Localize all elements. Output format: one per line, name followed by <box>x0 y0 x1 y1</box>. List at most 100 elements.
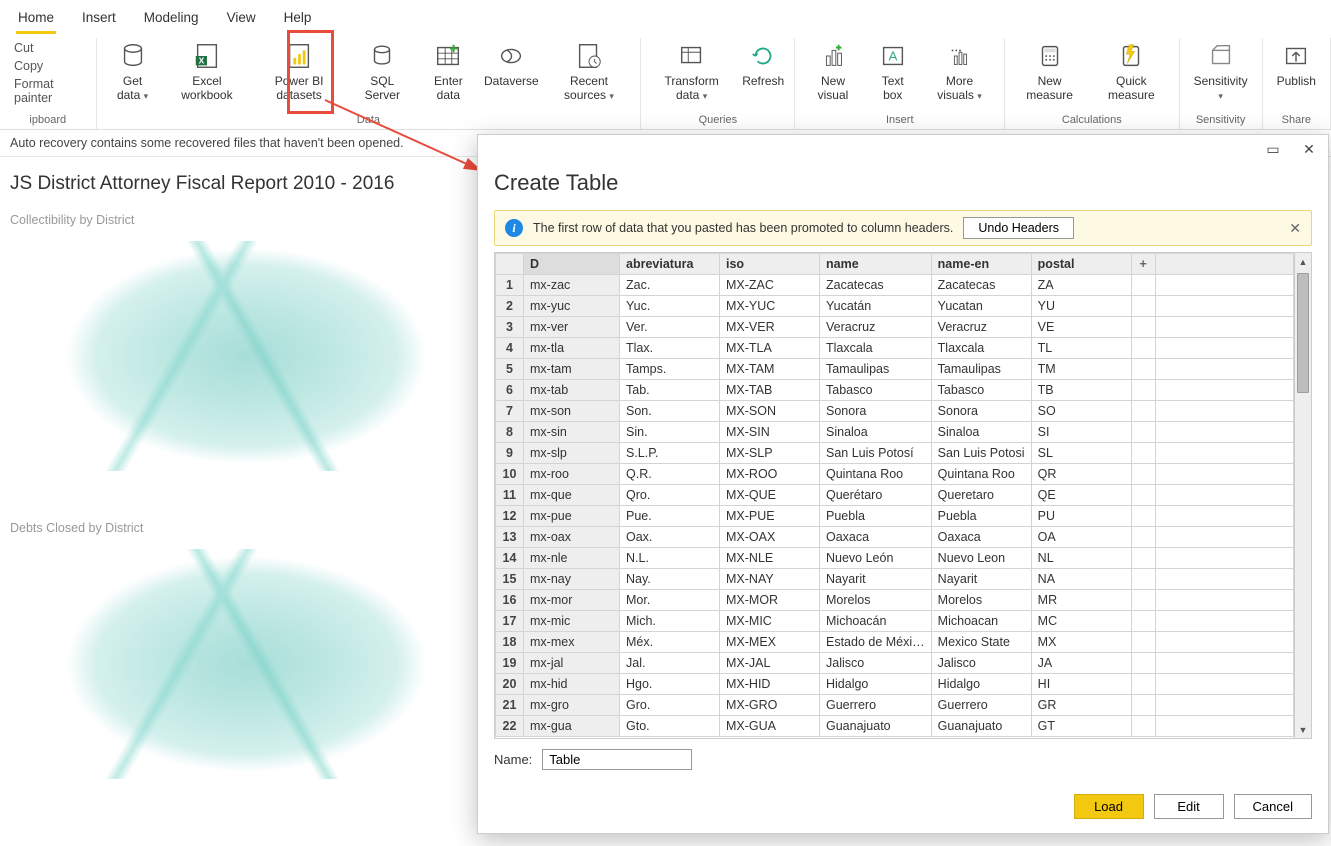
cell[interactable]: MX-TLA <box>720 338 820 359</box>
publish-button[interactable]: Publish <box>1271 38 1322 90</box>
cell[interactable]: MC <box>1031 611 1131 632</box>
cell[interactable]: mx-zac <box>524 275 620 296</box>
cell[interactable]: MX <box>1031 632 1131 653</box>
cell[interactable]: S.L.P. <box>620 443 720 464</box>
cell[interactable]: NA <box>1031 569 1131 590</box>
scroll-up-icon[interactable]: ▲ <box>1295 253 1311 270</box>
cell[interactable]: Puebla <box>931 506 1031 527</box>
cell[interactable]: Jal. <box>620 653 720 674</box>
refresh-button[interactable]: Refresh <box>740 38 786 90</box>
table-row[interactable]: 3mx-verVer.MX-VERVeracruzVeracruzVE <box>496 317 1294 338</box>
cell[interactable]: Puebla <box>820 506 932 527</box>
table-row[interactable]: 5mx-tamTamps.MX-TAMTamaulipasTamaulipasT… <box>496 359 1294 380</box>
text-box-button[interactable]: A Text box <box>869 38 917 104</box>
cut-button[interactable]: Cut <box>12 40 84 56</box>
excel-workbook-button[interactable]: X Excel workbook <box>167 38 248 104</box>
cell[interactable]: Veracruz <box>931 317 1031 338</box>
cell[interactable]: Tamps. <box>620 359 720 380</box>
cell[interactable]: Yucatan <box>931 296 1031 317</box>
table-row[interactable]: 14mx-nleN.L.MX-NLENuevo LeónNuevo LeonNL <box>496 548 1294 569</box>
cell[interactable]: Tabasco <box>820 380 932 401</box>
column-header[interactable]: name-en <box>931 254 1031 275</box>
cell[interactable]: San Luis Potosi <box>931 443 1031 464</box>
table-row[interactable]: 22mx-guaGto.MX-GUAGuanajuatoGuanajuatoGT <box>496 716 1294 737</box>
cell[interactable]: MX-ROO <box>720 464 820 485</box>
cell[interactable]: VE <box>1031 317 1131 338</box>
cell[interactable]: Yuc. <box>620 296 720 317</box>
cell[interactable]: Guerrero <box>820 695 932 716</box>
cell[interactable]: mx-oax <box>524 527 620 548</box>
cell[interactable]: Veracruz <box>820 317 932 338</box>
cell[interactable]: TM <box>1031 359 1131 380</box>
cell[interactable]: mx-sin <box>524 422 620 443</box>
cell[interactable]: Nay. <box>620 569 720 590</box>
cell[interactable]: Tab. <box>620 380 720 401</box>
sql-server-button[interactable]: SQL Server <box>351 38 414 104</box>
cell[interactable]: Michoacan <box>931 611 1031 632</box>
column-header[interactable]: name <box>820 254 932 275</box>
load-button[interactable]: Load <box>1074 794 1144 819</box>
cell[interactable]: Zacatecas <box>931 275 1031 296</box>
cell[interactable]: MX-SLP <box>720 443 820 464</box>
info-close-icon[interactable]: ✕ <box>1289 220 1301 237</box>
cell[interactable]: Querétaro <box>820 485 932 506</box>
cell[interactable]: Q.R. <box>620 464 720 485</box>
table-row[interactable]: 1mx-zacZac.MX-ZACZacatecasZacatecasZA <box>496 275 1294 296</box>
table-row[interactable]: 9mx-slpS.L.P.MX-SLPSan Luis PotosíSan Lu… <box>496 443 1294 464</box>
cell[interactable]: MX-YUC <box>720 296 820 317</box>
cell[interactable]: mx-que <box>524 485 620 506</box>
table-row[interactable]: 8mx-sinSin.MX-SINSinaloaSinaloaSI <box>496 422 1294 443</box>
cell[interactable]: Ver. <box>620 317 720 338</box>
tab-modeling[interactable]: Modeling <box>142 6 201 34</box>
cell[interactable]: N.L. <box>620 548 720 569</box>
cell[interactable]: GR <box>1031 695 1131 716</box>
cell[interactable]: JA <box>1031 653 1131 674</box>
cell[interactable]: MX-QUE <box>720 485 820 506</box>
undo-headers-button[interactable]: Undo Headers <box>963 217 1074 239</box>
cancel-button[interactable]: Cancel <box>1234 794 1312 819</box>
cell[interactable]: MX-JAL <box>720 653 820 674</box>
cell[interactable]: Quintana Roo <box>931 464 1031 485</box>
format-painter-button[interactable]: Format painter <box>12 76 84 106</box>
cell[interactable]: Tlaxcala <box>820 338 932 359</box>
cell[interactable]: mx-mex <box>524 632 620 653</box>
cell[interactable]: mx-gua <box>524 716 620 737</box>
cell[interactable]: mx-gro <box>524 695 620 716</box>
quick-measure-button[interactable]: Quick measure <box>1092 38 1171 104</box>
edit-button[interactable]: Edit <box>1154 794 1224 819</box>
new-measure-button[interactable]: New measure <box>1013 38 1086 104</box>
cell[interactable]: mx-son <box>524 401 620 422</box>
cell[interactable]: YU <box>1031 296 1131 317</box>
cell[interactable]: Guerrero <box>931 695 1031 716</box>
tab-view[interactable]: View <box>225 6 258 34</box>
data-grid[interactable]: Dabreviaturaisonamename-enpostal+1mx-zac… <box>494 252 1312 739</box>
get-data-button[interactable]: Get data ▾ <box>105 38 161 104</box>
sensitivity-button[interactable]: Sensitivity▾ <box>1188 38 1254 104</box>
cell[interactable]: Nuevo León <box>820 548 932 569</box>
more-visuals-button[interactable]: More visuals ▾ <box>923 38 996 104</box>
cell[interactable]: MX-OAX <box>720 527 820 548</box>
cell[interactable]: Morelos <box>820 590 932 611</box>
cell[interactable]: MX-NLE <box>720 548 820 569</box>
cell[interactable]: Guanajuato <box>931 716 1031 737</box>
map-visual-1[interactable] <box>10 231 440 481</box>
cell[interactable]: Gro. <box>620 695 720 716</box>
map-visual-2[interactable] <box>10 539 440 789</box>
cell[interactable]: Nayarit <box>820 569 932 590</box>
column-header[interactable]: D <box>524 254 620 275</box>
cell[interactable]: ZA <box>1031 275 1131 296</box>
cell[interactable]: mx-jal <box>524 653 620 674</box>
table-row[interactable]: 13mx-oaxOax.MX-OAXOaxacaOaxacaOA <box>496 527 1294 548</box>
cell[interactable]: QR <box>1031 464 1131 485</box>
transform-data-button[interactable]: Transform data ▾ <box>649 38 734 104</box>
table-row[interactable]: 16mx-morMor.MX-MORMorelosMorelosMR <box>496 590 1294 611</box>
cell[interactable]: TB <box>1031 380 1131 401</box>
cell[interactable]: Tamaulipas <box>820 359 932 380</box>
maximize-icon[interactable]: ▭ <box>1264 141 1282 158</box>
scroll-down-icon[interactable]: ▼ <box>1295 721 1311 738</box>
scroll-thumb[interactable] <box>1297 273 1309 393</box>
tab-help[interactable]: Help <box>282 6 314 34</box>
cell[interactable]: Sin. <box>620 422 720 443</box>
cell[interactable]: mx-roo <box>524 464 620 485</box>
cell[interactable]: OA <box>1031 527 1131 548</box>
